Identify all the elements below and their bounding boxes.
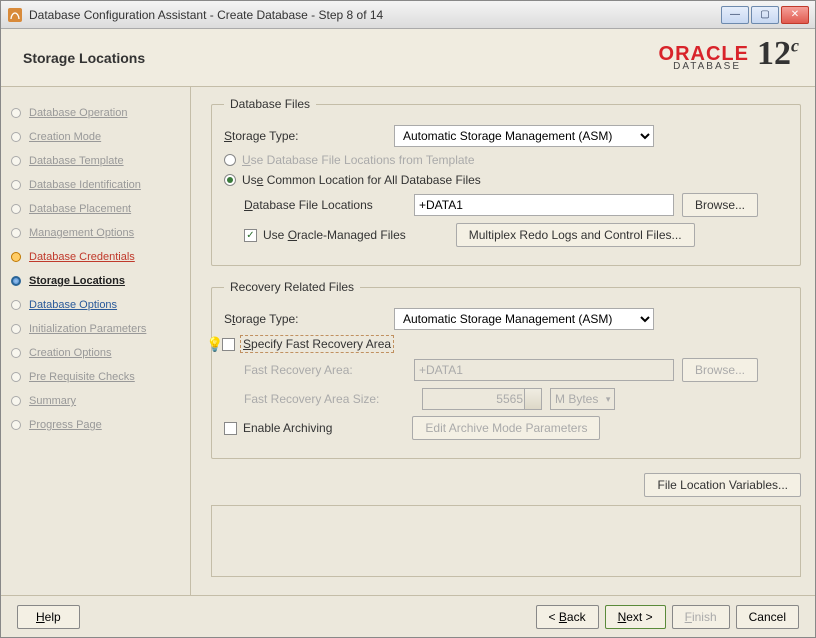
use-common-label: Use Common Location for All Database Fil… xyxy=(242,173,481,187)
step-dot-icon xyxy=(11,108,21,118)
step-initialization-parameters: Initialization Parameters xyxy=(11,317,190,341)
step-management-options: Management Options xyxy=(11,221,190,245)
step-database-identification: Database Identification xyxy=(11,173,190,197)
step-dot-icon xyxy=(11,252,21,262)
step-label: Creation Mode xyxy=(29,131,101,143)
version-number: 12 xyxy=(757,35,791,72)
checkbox-icon xyxy=(244,229,257,242)
minimize-button[interactable]: — xyxy=(721,6,749,24)
step-dot-icon xyxy=(11,300,21,310)
db-file-locations-input[interactable] xyxy=(414,194,674,216)
wizard-steps-sidebar: Database Operation Creation Mode Database … xyxy=(1,87,191,595)
step-dot-icon xyxy=(11,132,21,142)
step-label: Summary xyxy=(29,395,76,407)
step-dot-icon xyxy=(11,348,21,358)
db-storage-type-select[interactable]: Automatic Storage Management (ASM) xyxy=(394,125,654,147)
fra-size-label: Fast Recovery Area Size: xyxy=(244,392,379,406)
step-label: Creation Options xyxy=(29,347,112,359)
radio-icon xyxy=(224,154,236,166)
app-icon xyxy=(7,7,23,23)
version-suffix: c xyxy=(791,36,799,56)
lightbulb-icon: 💡 xyxy=(206,337,220,351)
help-button[interactable]: Help xyxy=(17,605,80,629)
step-label: Pre Requisite Checks xyxy=(29,371,135,383)
step-label: Database Options xyxy=(29,299,117,311)
step-dot-icon xyxy=(11,372,21,382)
step-label: Database Operation xyxy=(29,107,127,119)
step-label: Database Placement xyxy=(29,203,131,215)
close-button[interactable]: ✕ xyxy=(781,6,809,24)
edit-archive-params-button: Edit Archive Mode Parameters xyxy=(412,416,600,440)
message-area xyxy=(211,505,801,577)
step-label: Storage Locations xyxy=(29,275,125,287)
checkbox-icon xyxy=(222,338,235,351)
cancel-button[interactable]: Cancel xyxy=(736,605,799,629)
next-button[interactable]: Next > xyxy=(605,605,666,629)
enable-archiving-label: Enable Archiving xyxy=(243,421,332,435)
step-dot-icon xyxy=(11,204,21,214)
step-progress-page: Progress Page xyxy=(11,413,190,437)
step-dot-icon xyxy=(11,276,21,286)
enable-archiving-checkbox[interactable]: Enable Archiving xyxy=(224,421,332,435)
window-title: Database Configuration Assistant - Creat… xyxy=(29,8,721,22)
database-files-fieldset: Database Files Storage Type: Automatic S… xyxy=(211,97,801,266)
step-database-options[interactable]: Database Options xyxy=(11,293,190,317)
step-pre-requisite-checks: Pre Requisite Checks xyxy=(11,365,190,389)
step-dot-icon xyxy=(11,420,21,430)
specify-fra-label: Specify Fast Recovery Area xyxy=(241,336,393,352)
titlebar[interactable]: Database Configuration Assistant - Creat… xyxy=(1,1,815,29)
step-database-operation: Database Operation xyxy=(11,101,190,125)
fra-label: Fast Recovery Area: xyxy=(244,363,353,377)
db-storage-type-label: Storage Type: xyxy=(224,129,299,143)
file-location-variables-button[interactable]: File Location Variables... xyxy=(644,473,801,497)
step-dot-icon xyxy=(11,324,21,334)
back-button[interactable]: < Back xyxy=(536,605,599,629)
step-dot-icon xyxy=(11,396,21,406)
fra-input xyxy=(414,359,674,381)
step-database-credentials[interactable]: Database Credentials xyxy=(11,245,190,269)
use-template-locations-radio: Use Database File Locations from Templat… xyxy=(224,153,475,167)
fra-browse-button: Browse... xyxy=(682,358,758,382)
finish-button: Finish xyxy=(672,605,730,629)
rec-storage-type-select[interactable]: Automatic Storage Management (ASM) xyxy=(394,308,654,330)
use-omf-label: Use Oracle-Managed Files xyxy=(263,228,406,242)
db-loc-browse-button[interactable]: Browse... xyxy=(682,193,758,217)
fra-size-spinner: 5565 xyxy=(422,388,542,410)
step-dot-icon xyxy=(11,180,21,190)
db-file-locations-label: Database File Locations xyxy=(244,198,373,212)
rec-storage-type-label: Storage Type: xyxy=(224,312,299,326)
multiplex-button[interactable]: Multiplex Redo Logs and Control Files... xyxy=(456,223,695,247)
wizard-footer: Help < Back Next > Finish Cancel xyxy=(1,595,815,637)
main-panel: Database Files Storage Type: Automatic S… xyxy=(191,87,815,595)
brand-subtext: DATABASE xyxy=(673,61,741,72)
recovery-files-fieldset: Recovery Related Files Storage Type: Aut… xyxy=(211,280,801,459)
radio-icon xyxy=(224,174,236,186)
page-title: Storage Locations xyxy=(23,50,145,66)
use-template-label: Use Database File Locations from Templat… xyxy=(242,153,475,167)
step-database-placement: Database Placement xyxy=(11,197,190,221)
recovery-files-legend: Recovery Related Files xyxy=(224,280,360,294)
step-creation-options: Creation Options xyxy=(11,341,190,365)
specify-fra-checkbox[interactable]: Specify Fast Recovery Area xyxy=(222,336,393,352)
step-storage-locations[interactable]: Storage Locations xyxy=(11,269,190,293)
step-creation-mode: Creation Mode xyxy=(11,125,190,149)
maximize-button[interactable]: ▢ xyxy=(751,6,779,24)
use-common-location-radio[interactable]: Use Common Location for All Database Fil… xyxy=(224,173,481,187)
step-label: Database Credentials xyxy=(29,251,135,263)
step-dot-icon xyxy=(11,228,21,238)
fra-size-unit-select: M Bytes xyxy=(550,388,615,410)
step-dot-icon xyxy=(11,156,21,166)
page-header: Storage Locations ORACLE 12c DATABASE xyxy=(1,29,815,87)
step-label: Database Identification xyxy=(29,179,141,191)
step-label: Management Options xyxy=(29,227,134,239)
step-label: Progress Page xyxy=(29,419,102,431)
use-omf-checkbox[interactable]: Use Oracle-Managed Files xyxy=(244,228,406,242)
step-label: Initialization Parameters xyxy=(29,323,146,335)
step-database-template: Database Template xyxy=(11,149,190,173)
step-summary: Summary xyxy=(11,389,190,413)
database-files-legend: Database Files xyxy=(224,97,316,111)
checkbox-icon xyxy=(224,422,237,435)
step-label: Database Template xyxy=(29,155,124,167)
